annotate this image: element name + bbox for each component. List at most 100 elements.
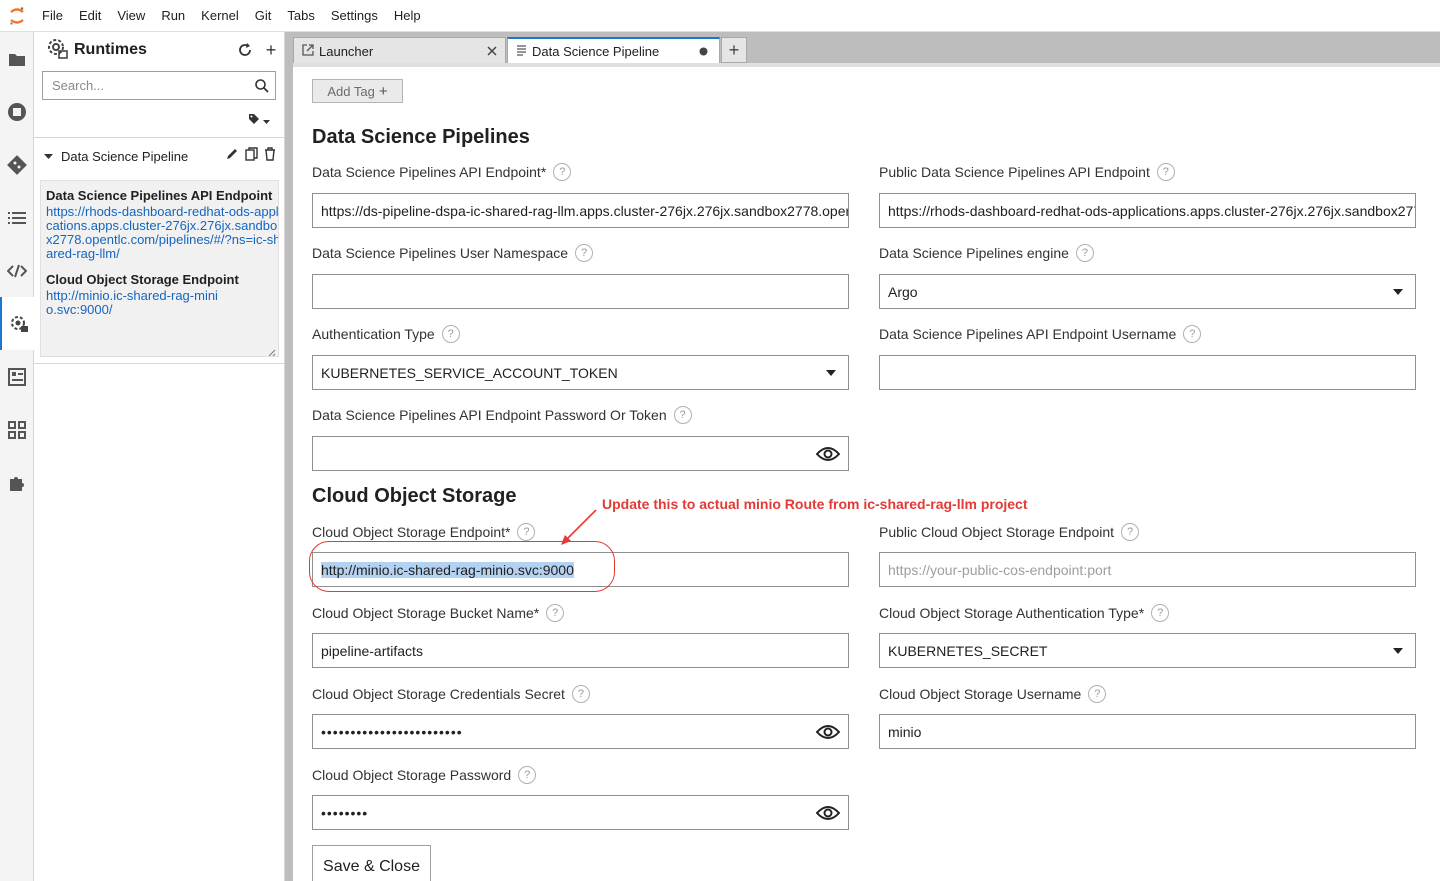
cos-auth-label: Cloud Object Storage Authentication Type… [879,603,1170,623]
runtime-name: Data Science Pipeline [61,148,189,164]
close-icon[interactable] [487,44,497,59]
code-icon[interactable] [0,244,34,297]
public-cos-label: Public Cloud Object Storage Endpoint? [879,522,1140,542]
add-runtime-button[interactable]: + [258,37,284,63]
unsaved-dot-icon[interactable] [699,44,708,59]
tab-data-science-pipeline[interactable]: Data Science Pipeline [507,37,720,64]
search-icon[interactable] [249,78,275,93]
help-icon[interactable]: ? [518,766,537,784]
activity-bar [0,32,35,881]
cos-username-label: Cloud Object Storage Username? [879,684,1107,704]
detail-api-link[interactable]: https://rhods-dashboard-redhat-ods-appli… [46,205,278,261]
menu-kernel[interactable]: Kernel [193,0,247,32]
chevron-down-icon [1393,288,1403,295]
search-box[interactable] [42,71,276,100]
tab-label: Launcher [319,43,374,59]
api-password-label: Data Science Pipelines API Endpoint Pass… [312,405,692,425]
menu-bar: File Edit View Run Kernel Git Tabs Setti… [0,0,1440,32]
bucket-label: Cloud Object Storage Bucket Name*? [312,603,565,623]
folder-icon[interactable] [0,32,34,85]
chevron-down-icon[interactable] [44,147,53,165]
section-title-cos: Cloud Object Storage [312,485,517,507]
auth-type-select[interactable]: KUBERNETES_SERVICE_ACCOUNT_TOKEN [312,355,849,390]
auth-type-label: Authentication Type? [312,324,460,344]
help-icon[interactable]: ? [546,604,565,622]
section-title-dsp: Data Science Pipelines [312,126,530,148]
menu-view[interactable]: View [109,0,153,32]
cred-secret-field[interactable]: •••••••••••••••••••••••• [312,714,849,749]
cos-password-field[interactable]: •••••••• [312,795,849,830]
help-icon[interactable]: ? [1121,523,1140,541]
api-endpoint-field[interactable]: https://ds-pipeline-dspa-ic-shared-rag-l… [312,193,849,228]
search-input[interactable] [43,78,249,93]
eye-icon[interactable] [808,796,848,829]
eye-icon[interactable] [808,715,848,748]
save-close-button[interactable]: Save & Close [312,845,431,881]
cos-auth-select[interactable]: KUBERNETES_SECRET [879,633,1416,668]
panel-title: Runtimes [74,41,147,58]
menu-git[interactable]: Git [247,0,280,32]
api-username-field[interactable] [879,355,1416,390]
runtimes-panel: Runtimes + Data Science Pipeline [34,32,285,881]
public-cos-field[interactable]: https://your-public-cos-endpoint:port [879,552,1416,587]
runtimes-gear-icon[interactable] [0,297,35,350]
git-icon[interactable] [0,138,34,191]
launcher-icon [302,43,314,59]
menu-run[interactable]: Run [153,0,193,32]
help-icon[interactable]: ? [1088,685,1107,703]
public-api-label: Public Data Science Pipelines API Endpoi… [879,162,1175,182]
api-username-label: Data Science Pipelines API Endpoint User… [879,324,1202,344]
chevron-down-icon [826,369,836,376]
runtime-list-item[interactable]: Data Science Pipeline [34,144,284,168]
plus-icon: + [378,82,388,100]
help-icon[interactable]: ? [441,325,460,343]
extension-blocks-icon[interactable] [0,403,34,456]
help-icon[interactable]: ? [553,163,572,181]
tab-bar: Launcher Data Science Pipeline + [293,32,1440,64]
add-tag-button[interactable]: Add Tag + [312,79,403,103]
eye-icon[interactable] [808,437,848,470]
edit-icon[interactable] [226,147,239,165]
resize-handle-icon[interactable] [266,344,276,356]
help-icon[interactable]: ? [1151,604,1170,622]
list-icon[interactable] [0,191,34,244]
menu-edit[interactable]: Edit [71,0,109,32]
runtime-details: Data Science Pipelines API Endpoint http… [40,180,279,357]
detail-cos-link[interactable]: http://minio.ic-shared-rag-minio.svc:900… [46,289,226,317]
help-icon[interactable]: ? [1156,163,1175,181]
help-icon[interactable]: ? [517,523,536,541]
puzzle-icon[interactable] [0,456,34,509]
namespace-field[interactable] [312,274,849,309]
annotation-highlight-oval [309,541,615,592]
runtime-editor-form: Add Tag + Data Science Pipelines Data Sc… [293,67,1440,881]
duplicate-icon[interactable] [245,146,258,166]
panel-splitter[interactable] [285,32,293,881]
delete-icon[interactable] [264,146,276,166]
add-tag-label: Add Tag [327,83,375,99]
new-tab-button[interactable]: + [721,37,747,63]
public-api-field[interactable]: https://rhods-dashboard-redhat-ods-appli… [879,193,1416,228]
stop-circle-icon[interactable] [0,85,34,138]
runtimes-gear-icon [46,37,68,64]
engine-select[interactable]: Argo [879,274,1416,309]
refresh-button[interactable] [232,37,258,63]
chevron-down-icon [263,112,270,130]
api-password-field[interactable] [312,436,849,471]
tag-icon [248,112,260,130]
bucket-field[interactable]: pipeline-artifacts [312,633,849,668]
namespace-label: Data Science Pipelines User Namespace? [312,243,594,263]
help-icon[interactable]: ? [571,685,590,703]
menu-file[interactable]: File [34,0,71,32]
tab-launcher[interactable]: Launcher [293,37,506,64]
help-icon[interactable]: ? [673,406,692,424]
engine-label: Data Science Pipelines engine? [879,243,1094,263]
cos-username-field[interactable]: minio [879,714,1416,749]
help-icon[interactable]: ? [575,244,594,262]
menu-help[interactable]: Help [386,0,429,32]
help-icon[interactable]: ? [1075,244,1094,262]
menu-tabs[interactable]: Tabs [279,0,322,32]
menu-settings[interactable]: Settings [323,0,386,32]
tag-filter-button[interactable] [248,112,270,130]
property-inspector-icon[interactable] [0,350,34,403]
help-icon[interactable]: ? [1183,325,1202,343]
